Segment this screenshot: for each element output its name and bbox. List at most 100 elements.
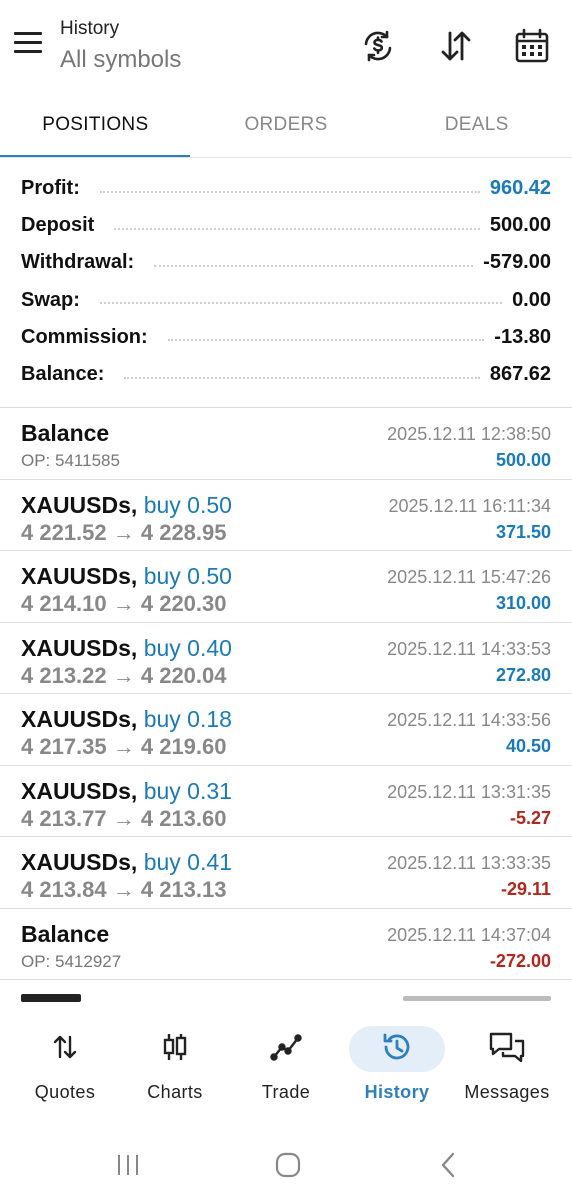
item-title: XAUUSDs, buy 0.40 [21,635,232,662]
list-item-trade[interactable]: XAUUSDs, buy 0.31 4 213.77 → 4 213.60 20… [0,766,572,837]
nav-label: Messages [464,1082,550,1102]
summary-row-commission: Commission: -13.80 [0,319,572,356]
item-side: buy 0.50 [143,491,232,518]
page-title: History [60,18,120,39]
list-item-trade[interactable]: XAUUSDs, buy 0.41 4 213.84 → 4 213.13 20… [0,837,572,909]
recent-apps-icon[interactable] [108,1148,148,1182]
tab-orders[interactable]: ORDERS [191,96,382,158]
item-value: -29.11 [500,879,551,899]
item-op: OP: 5412927 [21,951,122,971]
summary-label: Deposit [21,214,95,237]
item-time: 2025.12.11 12:38:50 [387,424,551,444]
summary-row-deposit: Deposit 500.00 [0,207,572,244]
item-title: XAUUSDs, buy 0.50 [21,492,232,519]
clipped-time [403,996,551,1001]
dotted-leader [124,376,480,379]
item-value: -5.27 [509,807,551,828]
list-item-balance[interactable]: Balance OP: 5411585 2025.12.11 12:38:50 … [0,408,572,480]
dotted-leader [114,227,480,230]
list-item-trade[interactable]: XAUUSDs, buy 0.40 4 213.22 → 4 220.04 20… [0,623,572,694]
item-side: buy 0.18 [143,706,232,732]
history-icon [342,1024,452,1070]
messages-icon [452,1024,562,1070]
nav-charts[interactable]: Charts [120,1024,230,1103]
currency-exchange-icon[interactable] [356,24,400,68]
item-side: buy 0.41 [143,849,232,875]
dotted-leader [99,302,503,305]
item-title: XAUUSDs, buy 0.50 [21,563,232,590]
nav-quotes[interactable]: Quotes [10,1024,120,1103]
item-op: OP: 5411585 [21,451,120,470]
summary-value: 960.42 [489,177,551,200]
nav-label: Trade [261,1082,311,1102]
summary-label: Withdrawal: [21,251,135,274]
item-time: 2025.12.11 14:37:04 [387,924,551,945]
nav-label: History [364,1082,430,1102]
item-value: 500.00 [495,450,551,470]
item-value: 371.50 [495,521,551,542]
dotted-leader [99,190,480,193]
item-symbol: XAUUSDs, [21,706,138,732]
system-navigation-bar [0,1130,572,1200]
nav-history[interactable]: History [342,1024,452,1103]
home-icon[interactable] [268,1148,308,1182]
summary-label: Swap: [21,288,80,311]
item-symbol: XAUUSDs, [21,563,138,589]
item-symbol: XAUUSDs, [21,491,138,518]
item-prices: 4 217.35 → 4 219.60 [21,734,227,759]
summary-panel: Profit: 960.42 Deposit 500.00 Withdrawal… [0,170,572,393]
item-prices: 4 213.22 → 4 220.04 [21,662,227,688]
item-time: 2025.12.11 14:33:53 [387,638,551,659]
divider [0,157,572,158]
back-icon[interactable] [428,1148,468,1182]
nav-trade[interactable]: Trade [231,1024,341,1103]
item-prices: 4 221.52 → 4 228.95 [21,519,227,545]
summary-row-withdrawal: Withdrawal: -579.00 [0,244,572,281]
summary-label: Commission: [21,325,148,348]
trade-icon [231,1024,341,1070]
item-title: Balance [21,420,110,446]
item-prices: 4 213.84 → 4 213.13 [21,877,227,902]
item-value: 310.00 [495,593,551,613]
summary-row-balance: Balance: 867.62 [0,356,572,393]
tab-positions[interactable]: POSITIONS [0,96,191,158]
summary-value: 867.62 [489,363,551,386]
history-list: Balance OP: 5411585 2025.12.11 12:38:50 … [0,408,572,1010]
item-value: 272.80 [495,664,551,685]
dotted-leader [167,339,485,342]
item-title: XAUUSDs, buy 0.41 [21,849,232,876]
item-title: XAUUSDs, buy 0.18 [21,706,232,733]
item-side: buy 0.31 [143,777,232,804]
item-symbol: XAUUSDs, [21,849,138,875]
summary-label: Profit: [21,177,80,200]
item-value: 40.50 [505,736,551,756]
list-item-trade[interactable]: XAUUSDs, buy 0.50 4 221.52 → 4 228.95 20… [0,480,572,551]
item-time: 2025.12.11 13:33:35 [387,853,551,873]
sort-icon[interactable] [434,24,478,68]
symbol-filter[interactable]: All symbols [60,46,181,74]
dotted-leader [154,264,474,267]
item-time: 2025.12.11 15:47:26 [387,567,551,587]
item-prices: 4 213.77 → 4 213.60 [21,805,227,831]
nav-label: Charts [147,1082,203,1102]
quotes-icon [10,1024,120,1070]
app-header: History All symbols [0,0,572,96]
item-time: 2025.12.11 13:31:35 [387,781,551,802]
list-item-trade[interactable]: XAUUSDs, buy 0.50 4 214.10 → 4 220.30 20… [0,551,572,623]
item-side: buy 0.40 [143,634,232,661]
tab-deals[interactable]: DEALS [381,96,572,158]
item-time: 2025.12.11 14:33:56 [387,710,551,730]
item-title: XAUUSDs, buy 0.31 [21,778,232,805]
item-value: -272.00 [489,950,551,971]
summary-value: 500.00 [489,214,551,237]
nav-messages[interactable]: Messages [452,1024,562,1103]
list-item-balance[interactable]: Balance OP: 5412927 2025.12.11 14:37:04 … [0,909,572,980]
calendar-icon[interactable] [510,24,554,68]
menu-icon[interactable] [14,32,46,60]
list-item-trade[interactable]: XAUUSDs, buy 0.18 4 217.35 → 4 219.60 20… [0,694,572,766]
summary-value: 0.00 [512,288,551,311]
nav-label: Quotes [34,1082,96,1102]
item-side: buy 0.50 [143,563,232,589]
summary-label: Balance: [21,363,105,386]
list-item-partial[interactable] [0,980,572,1010]
